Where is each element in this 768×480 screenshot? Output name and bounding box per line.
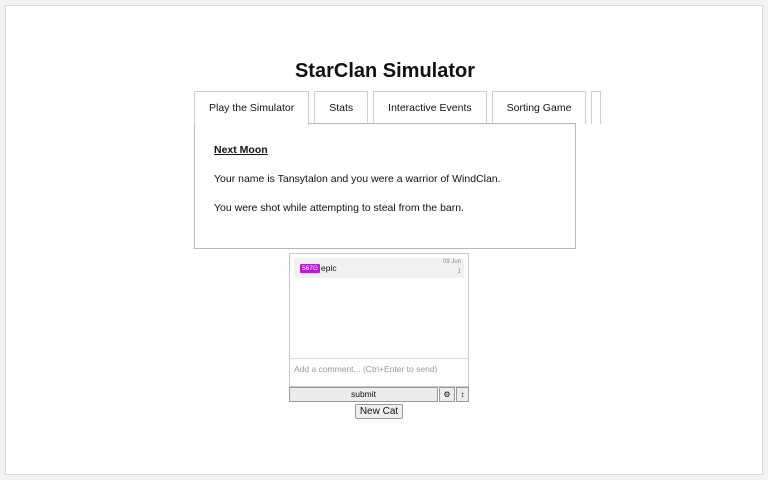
simulator-panel: Next Moon Your name is Tansytalon and yo… [194, 123, 576, 249]
comment-controls: submit ⚙ ↕ [289, 387, 469, 402]
comment-count: 1 [457, 269, 461, 275]
comment-text: epic [321, 263, 337, 273]
panel-line-death: You were shot while attempting to steal … [214, 202, 465, 214]
comment-date: 09 Jun [442, 259, 461, 265]
new-cat-button[interactable]: New Cat [355, 404, 403, 419]
tab-interactive-events[interactable]: Interactive Events [373, 91, 487, 124]
tab-stats[interactable]: Stats [314, 91, 369, 124]
tab-play-simulator[interactable]: Play the Simulator [194, 91, 310, 125]
gear-icon[interactable]: ⚙ [439, 387, 455, 402]
tab-bar: Play the Simulator Stats Interactive Eve… [194, 91, 602, 125]
sort-toggle-icon[interactable]: ↕ [456, 387, 469, 402]
tab-sorting-game[interactable]: Sorting Game [491, 91, 587, 124]
user-tag: 567G [300, 264, 320, 273]
panel-line-name: Your name is Tansytalon and you were a w… [214, 173, 501, 185]
panel-heading: Next Moon [214, 144, 268, 156]
submit-button[interactable]: submit [289, 387, 438, 402]
comment-widget: 567G epic 09 Jun 1 Add a comment... (Ctr… [289, 253, 469, 387]
comment-item: 567G epic 09 Jun 1 [294, 258, 464, 278]
comment-input[interactable]: Add a comment... (Ctrl+Enter to send) [290, 358, 468, 386]
page-title: StarClan Simulator [294, 60, 476, 82]
tab-stub [591, 91, 602, 124]
